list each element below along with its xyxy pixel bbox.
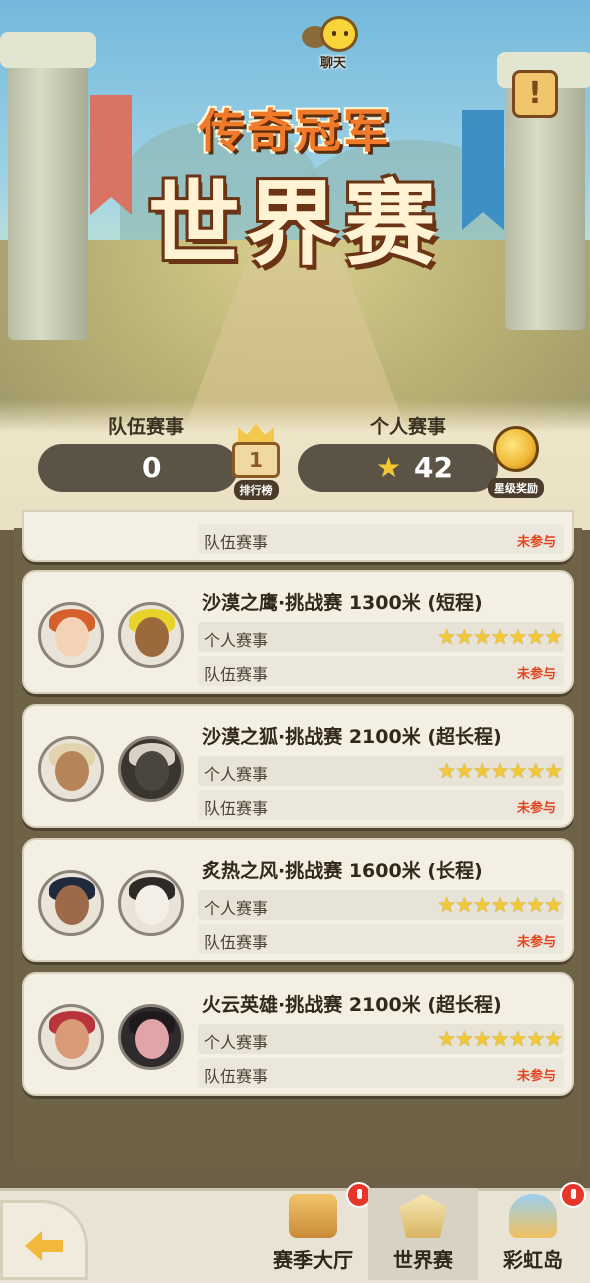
chat-button[interactable]: 聊天	[300, 14, 366, 71]
race-card[interactable]: 火云英雄·挑战赛 2100米 (超长程) 个人赛事 ★★★★★★★ 队伍赛事 未…	[22, 972, 574, 1096]
personal-race-row: 个人赛事 ★★★★★★★	[198, 622, 564, 652]
rainbow-castle-icon	[509, 1194, 557, 1238]
team-status: 未参与	[516, 667, 556, 682]
personal-race-row: 个人赛事 ★★★★★★★	[198, 890, 564, 920]
mount-avatar	[118, 870, 184, 936]
rank-number: 1	[249, 448, 263, 472]
notification-badge-icon	[560, 1182, 586, 1208]
race-title: 炙热之风·挑战赛 1600米 (长程)	[202, 860, 483, 882]
star-reward-label: 星级奖励	[488, 478, 544, 498]
event-title: 世界赛	[147, 171, 442, 278]
team-race-label: 队伍赛事	[204, 533, 269, 552]
race-title: 火云英雄·挑战赛 2100米 (超长程)	[202, 994, 502, 1016]
star-rating: ★★★★★★★	[437, 893, 563, 917]
nav-season-hall-label: 赛季大厅	[273, 1248, 353, 1272]
crossed-swords-trophy-icon	[399, 1194, 447, 1238]
nav-world-race-label: 世界赛	[393, 1248, 453, 1272]
race-card-partial[interactable]: 队伍赛事 未参与	[22, 510, 574, 562]
team-race-row: 队伍赛事 未参与	[198, 924, 564, 954]
chat-bubble-icon	[300, 14, 366, 54]
race-card[interactable]: 沙漠之狐·挑战赛 2100米 (超长程) 个人赛事 ★★★★★★★ 队伍赛事 未…	[22, 704, 574, 828]
star-rating: ★★★★★★★	[437, 759, 563, 783]
leaderboard-label: 排行榜	[233, 480, 279, 500]
star-reward-button[interactable]: 星级奖励	[480, 426, 552, 502]
golden-key-icon	[493, 426, 539, 472]
team-status: 未参与	[516, 801, 556, 816]
mount-avatar	[118, 736, 184, 802]
mount-avatar	[118, 602, 184, 668]
team-race-label: 队伍赛事	[204, 799, 269, 818]
personal-race-label: 个人赛事	[204, 765, 269, 784]
team-race-label: 队伍赛事	[108, 416, 185, 438]
team-race-label: 队伍赛事	[204, 1067, 269, 1086]
team-race-row: 队伍赛事 未参与	[198, 656, 564, 686]
treasure-chest-icon	[289, 1194, 337, 1238]
rider-avatar	[38, 736, 104, 802]
personal-race-row: 个人赛事 ★★★★★★★	[198, 1024, 564, 1054]
star-rating: ★★★★★★★	[437, 1027, 563, 1051]
personal-race-label: 个人赛事	[204, 899, 269, 918]
mount-avatar	[118, 1004, 184, 1070]
team-status: 未参与	[516, 1069, 556, 1084]
chat-label: 聊天	[319, 56, 346, 71]
personal-race-label: 个人赛事	[204, 631, 269, 650]
personal-star-count: 42	[414, 451, 453, 484]
race-title: 沙漠之狐·挑战赛 2100米 (超长程)	[202, 726, 502, 748]
team-status: 未参与	[516, 535, 556, 550]
personal-race-label: 个人赛事	[370, 416, 447, 438]
rider-avatar	[38, 870, 104, 936]
star-icon: ★	[376, 451, 402, 484]
nav-world-race[interactable]: 世界赛	[368, 1188, 478, 1280]
leaderboard-button[interactable]: 1 排行榜	[222, 424, 290, 502]
nav-rainbow-island-label: 彩虹岛	[503, 1248, 563, 1272]
team-race-row: 队伍赛事 未参与	[198, 1058, 564, 1088]
personal-race-label: 个人赛事	[204, 1033, 269, 1052]
team-race-row: 队伍赛事 未参与	[198, 524, 564, 554]
team-race-row: 队伍赛事 未参与	[198, 790, 564, 820]
race-card[interactable]: 沙漠之鹰·挑战赛 1300米 (短程) 个人赛事 ★★★★★★★ 队伍赛事 未参…	[22, 570, 574, 694]
team-score-pill: 0	[38, 444, 238, 492]
crown-icon	[238, 424, 274, 442]
team-race-label: 队伍赛事	[204, 933, 269, 952]
team-score-value: 0	[142, 451, 162, 484]
rider-avatar	[38, 1004, 104, 1070]
race-card[interactable]: 炙热之风·挑战赛 1600米 (长程) 个人赛事 ★★★★★★★ 队伍赛事 未参…	[22, 838, 574, 962]
race-title: 沙漠之鹰·挑战赛 1300米 (短程)	[202, 592, 483, 614]
team-status: 未参与	[516, 935, 556, 950]
personal-score-pill: ★ 42	[298, 444, 498, 492]
rank-shield-icon: 1	[232, 442, 280, 478]
team-race-label: 队伍赛事	[204, 665, 269, 684]
star-rating: ★★★★★★★	[437, 625, 563, 649]
personal-race-row: 个人赛事 ★★★★★★★	[198, 756, 564, 786]
rider-avatar	[38, 602, 104, 668]
back-arrow-icon	[25, 1231, 63, 1261]
